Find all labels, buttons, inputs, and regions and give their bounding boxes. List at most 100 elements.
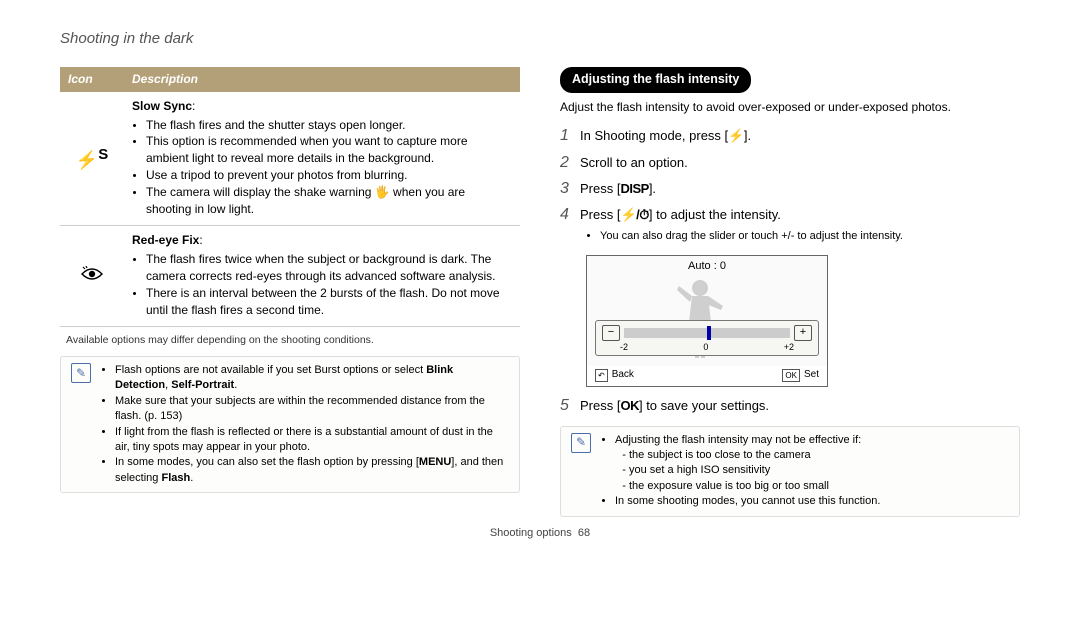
page-footer: Shooting options 68 [60, 527, 1020, 539]
step-text: Press [DISP]. [580, 180, 656, 198]
subline-text: You can also drag the slider or touch +/… [600, 229, 1020, 244]
step-4-subline: You can also drag the slider or touch +/… [586, 229, 1020, 244]
flash-key-icon: ⚡ [728, 127, 744, 145]
intensity-slider[interactable]: − + -2 0 +2 [595, 320, 819, 357]
row-bullets: The flash fires twice when the subject o… [132, 251, 512, 318]
eye-icon [81, 266, 103, 282]
flash-options-table: Icon Description ⚡S Slow Sync: The flash… [60, 67, 520, 327]
note-icon: ✎ [571, 433, 591, 453]
step-num: 4 [560, 204, 580, 226]
step-pre: In Shooting mode, press [ [580, 128, 728, 143]
slow-sync-description: Slow Sync: The flash fires and the shutt… [124, 92, 520, 226]
step-num: 5 [560, 395, 580, 417]
note-item: In some shooting modes, you cannot use t… [615, 494, 880, 509]
slider-label-max: +2 [784, 341, 794, 354]
flash-timer-key-icon: ⚡/⏱ [620, 206, 648, 224]
slider-knob[interactable] [707, 326, 711, 340]
red-eye-fix-description: Red-eye Fix: The flash fires twice when … [124, 226, 520, 327]
step-num: 2 [560, 152, 580, 174]
step-pre: Press [ [580, 207, 620, 222]
note-item: Make sure that your subjects are within … [115, 394, 509, 425]
step-post: ]. [649, 181, 656, 196]
page: Shooting in the dark Icon Description ⚡S… [0, 0, 1080, 539]
table-row: Red-eye Fix: The flash fires twice when … [60, 226, 520, 327]
note-text: In some modes, you can also set the flas… [115, 456, 419, 468]
red-eye-fix-icon [60, 226, 124, 327]
step-post: ]. [744, 128, 751, 143]
two-column-layout: Icon Description ⚡S Slow Sync: The flash… [60, 67, 1020, 517]
note-box-right: ✎ Adjusting the flash intensity may not … [560, 426, 1020, 517]
left-column: Icon Description ⚡S Slow Sync: The flash… [60, 67, 520, 517]
note-bold: MENU [419, 456, 451, 468]
bullet: This option is recommended when you want… [146, 133, 512, 167]
bullet: The flash fires and the shutter stays op… [146, 117, 512, 134]
slider-minus-button[interactable]: − [602, 325, 620, 341]
note-subitem: the subject is too close to the camera [629, 448, 880, 463]
note-icon: ✎ [71, 363, 91, 383]
step-pre: Press [ [580, 181, 620, 196]
note-text: . [190, 472, 193, 484]
step-post: ] to save your settings. [639, 398, 769, 413]
slider-label-min: -2 [620, 341, 628, 354]
set-label: Set [804, 368, 819, 382]
note-item: Adjusting the flash intensity may not be… [615, 433, 880, 495]
intro-text: Adjust the flash intensity to avoid over… [560, 99, 1020, 116]
slider-label-mid: 0 [703, 341, 708, 354]
note-subitem: the exposure value is too big or too sma… [629, 479, 880, 494]
step-3: 3 Press [DISP]. [560, 178, 1020, 200]
step-4: 4 Press [⚡/⏱] to adjust the intensity. [560, 204, 1020, 226]
slider-labels: -2 0 +2 [602, 341, 812, 354]
note-list: Adjusting the flash intensity may not be… [599, 433, 880, 510]
slow-sync-icon: ⚡S [60, 92, 124, 226]
step-2: 2 Scroll to an option. [560, 152, 1020, 174]
slider-plus-button[interactable]: + [794, 325, 812, 341]
section-title: Shooting in the dark [60, 30, 1020, 47]
note-list: Flash options are not available if you s… [99, 363, 509, 486]
bullet: The camera will display the shake warnin… [146, 184, 512, 218]
ok-key-icon: OK [620, 397, 639, 415]
note-sublist: the subject is too close to the camera y… [615, 448, 880, 494]
row-title: Red-eye Fix [132, 233, 199, 247]
note-bold: Self-Portrait [171, 379, 234, 391]
note-text: Flash options are not available if you s… [115, 364, 426, 376]
row-title: Slow Sync [132, 99, 192, 113]
table-footnote: Available options may differ depending o… [66, 333, 520, 348]
step-text: In Shooting mode, press [⚡]. [580, 127, 751, 145]
lcd-preview: Auto : 0 − [586, 255, 828, 387]
header-description: Description [124, 67, 520, 92]
step-1: 1 In Shooting mode, press [⚡]. [560, 125, 1020, 147]
slider-track[interactable] [624, 328, 790, 338]
table-header-row: Icon Description [60, 67, 520, 92]
step-text: Press [OK] to save your settings. [580, 397, 769, 415]
table-row: ⚡S Slow Sync: The flash fires and the sh… [60, 92, 520, 226]
ok-key-icon: OK [782, 369, 800, 382]
subheading: Adjusting the flash intensity [560, 67, 751, 93]
slow-sync-suffix: S [98, 146, 108, 163]
set-hint: OK Set [782, 368, 819, 382]
step-text: Press [⚡/⏱] to adjust the intensity. [580, 206, 781, 224]
back-hint: ↶ Back [595, 368, 634, 382]
note-item: If light from the flash is reflected or … [115, 425, 509, 456]
footer-chapter: Shooting options [490, 527, 572, 539]
note-box-left: ✎ Flash options are not available if you… [60, 356, 520, 493]
step-text: Scroll to an option. [580, 154, 688, 172]
note-subitem: you set a high ISO sensitivity [629, 463, 880, 478]
note-item: Flash options are not available if you s… [115, 363, 509, 394]
note-bold: Flash [161, 472, 190, 484]
step-num: 3 [560, 178, 580, 200]
back-key-icon: ↶ [595, 369, 608, 382]
note-text: . [234, 379, 237, 391]
lcd-footer: ↶ Back OK Set [587, 366, 827, 386]
step-5: 5 Press [OK] to save your settings. [560, 395, 1020, 417]
step-pre: Press [ [580, 398, 620, 413]
back-label: Back [612, 368, 634, 382]
bullet: The flash fires twice when the subject o… [146, 251, 512, 285]
flash-icon: ⚡ [76, 150, 98, 170]
note-item: In some modes, you can also set the flas… [115, 455, 509, 486]
footer-page-num: 68 [578, 527, 590, 539]
step-num: 1 [560, 125, 580, 147]
steps-list: 1 In Shooting mode, press [⚡]. 2 Scroll … [560, 125, 1020, 417]
row-bullets: The flash fires and the shutter stays op… [132, 117, 512, 218]
bullet: There is an interval between the 2 burst… [146, 285, 512, 319]
header-icon: Icon [60, 67, 124, 92]
